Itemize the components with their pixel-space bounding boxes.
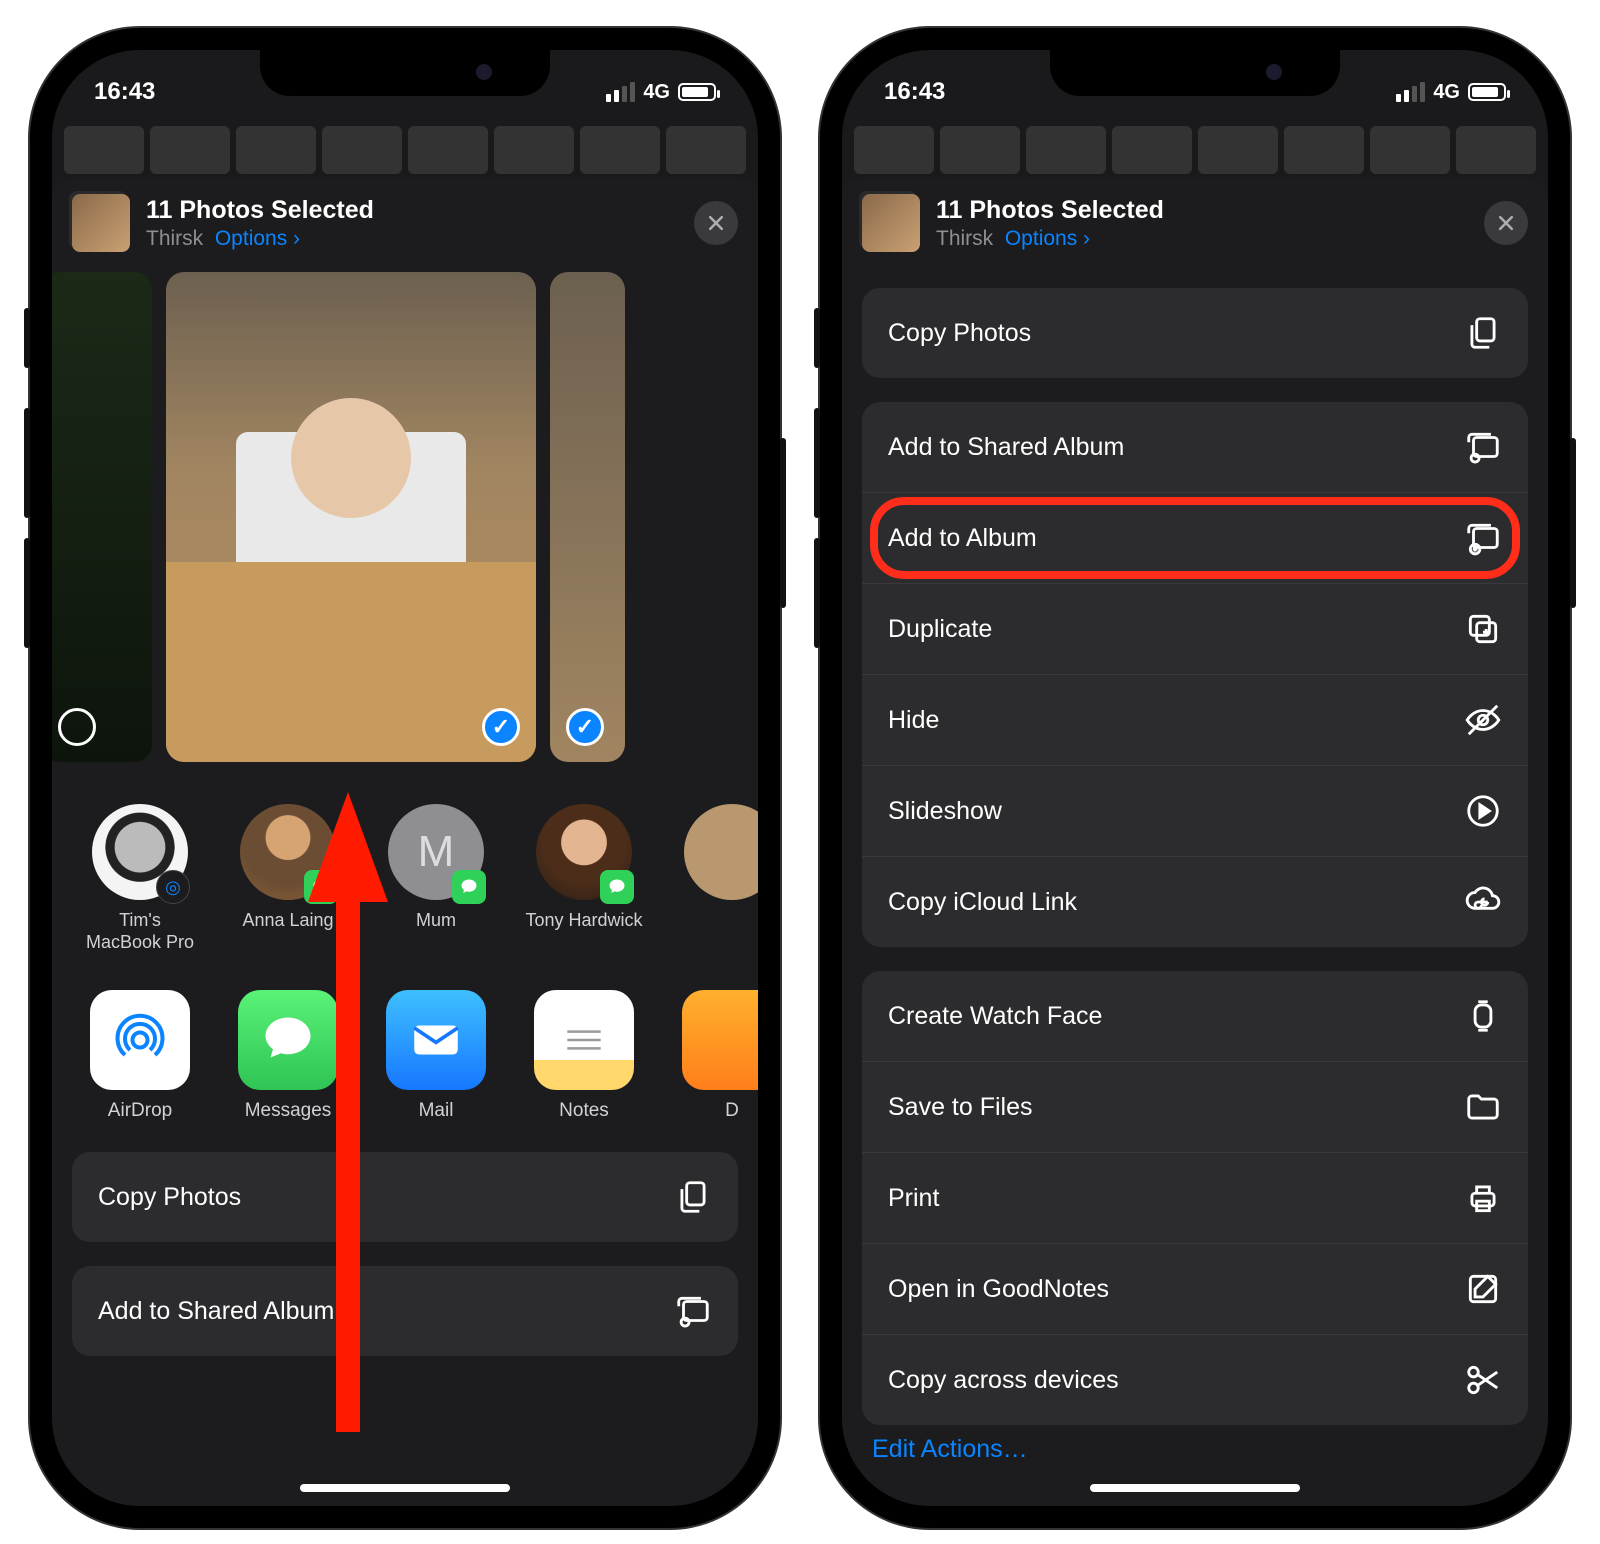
battery-icon <box>1468 83 1506 101</box>
close-icon <box>1496 213 1516 233</box>
sheet-title: 11 Photos Selected <box>936 196 1468 225</box>
mail-icon <box>386 990 486 1090</box>
contact-mum[interactable]: M Mum <box>376 804 496 954</box>
app-next[interactable]: D <box>672 990 758 1122</box>
add-album-icon <box>1464 519 1502 557</box>
contact-tony[interactable]: Tony Hardwick <box>524 804 644 954</box>
close-icon <box>706 213 726 233</box>
network-label: 4G <box>1433 81 1460 104</box>
watch-icon <box>1464 997 1502 1035</box>
photo-item[interactable] <box>52 272 152 762</box>
action-duplicate[interactable]: Duplicate <box>862 583 1528 674</box>
folder-icon <box>1464 1088 1502 1126</box>
messages-icon <box>238 990 338 1090</box>
notch <box>260 50 550 96</box>
notes-icon <box>534 990 634 1090</box>
phone-right: 16:43 4G 11 Photos Selected Thirsk Optio… <box>820 28 1570 1528</box>
app-icon <box>682 990 758 1090</box>
status-time: 16:43 <box>94 78 155 106</box>
app-messages[interactable]: Messages <box>228 990 348 1122</box>
background-thumbnails <box>842 120 1548 180</box>
photo-item[interactable]: ✓ <box>166 272 536 762</box>
airdrop-contacts-row[interactable]: ◎ Tim's MacBook Pro Anna Laing M Mum <box>52 778 758 964</box>
messages-badge-icon <box>452 870 486 904</box>
avatar-icon <box>684 804 758 900</box>
action-create-watch-face[interactable]: Create Watch Face <box>862 971 1528 1061</box>
play-icon <box>1464 792 1502 830</box>
contact-more[interactable] <box>672 804 758 954</box>
share-sheet: 11 Photos Selected Thirsk Options › <box>52 178 758 1506</box>
note-edit-icon <box>1464 1270 1502 1308</box>
action-copy-photos[interactable]: Copy Photos <box>862 288 1528 378</box>
airdrop-icon <box>90 990 190 1090</box>
duplicate-icon <box>1464 610 1502 648</box>
apps-row[interactable]: AirDrop Messages Mail <box>52 964 758 1132</box>
action-add-album[interactable]: Add to Album <box>862 492 1528 583</box>
battery-icon <box>678 83 716 101</box>
actions-list: Copy Photos <box>862 288 1528 378</box>
background-thumbnails <box>52 120 758 180</box>
action-add-shared-album[interactable]: Add to Shared Album <box>72 1266 738 1356</box>
notch <box>1050 50 1340 96</box>
status-time: 16:43 <box>884 78 945 106</box>
options-button[interactable]: Options › <box>215 227 300 250</box>
header-thumbnail <box>72 194 130 252</box>
actions-list: Add to Shared Album <box>72 1266 738 1356</box>
app-airdrop[interactable]: AirDrop <box>80 990 200 1122</box>
action-open-goodnotes[interactable]: Open in GoodNotes <box>862 1243 1528 1334</box>
hide-icon <box>1464 701 1502 739</box>
action-hide[interactable]: Hide <box>862 674 1528 765</box>
selection-circle-checked[interactable]: ✓ <box>482 708 520 746</box>
action-copy-photos[interactable]: Copy Photos <box>72 1152 738 1242</box>
header-thumbnail <box>862 194 920 252</box>
action-slideshow[interactable]: Slideshow <box>862 765 1528 856</box>
messages-badge-icon <box>304 870 338 904</box>
copy-icon <box>1464 314 1502 352</box>
shared-album-icon <box>674 1292 712 1330</box>
printer-icon <box>1464 1179 1502 1217</box>
contact-anna[interactable]: Anna Laing <box>228 804 348 954</box>
app-mail[interactable]: Mail <box>376 990 496 1122</box>
location-label: Thirsk <box>146 227 203 250</box>
close-button[interactable] <box>694 201 738 245</box>
app-notes[interactable]: Notes <box>524 990 644 1122</box>
actions-list: Copy Photos <box>72 1152 738 1242</box>
close-button[interactable] <box>1484 201 1528 245</box>
scissors-icon <box>1464 1361 1502 1399</box>
home-indicator[interactable] <box>300 1484 510 1492</box>
phone-left: 16:43 4G 11 Photos Selected Thirsk Optio… <box>30 28 780 1528</box>
signal-icon <box>606 82 635 102</box>
action-print[interactable]: Print <box>862 1152 1528 1243</box>
actions-list: Add to Shared Album Add to Album Dupl <box>862 402 1528 947</box>
signal-icon <box>1396 82 1425 102</box>
action-add-shared-album[interactable]: Add to Shared Album <box>862 402 1528 492</box>
action-copy-across-devices[interactable]: Copy across devices <box>862 1334 1528 1425</box>
location-label: Thirsk <box>936 227 993 250</box>
selection-circle[interactable] <box>58 708 96 746</box>
network-label: 4G <box>643 81 670 104</box>
copy-icon <box>674 1178 712 1216</box>
share-sheet: 11 Photos Selected Thirsk Options › Copy… <box>842 178 1548 1506</box>
messages-badge-icon <box>600 870 634 904</box>
selection-circle-checked[interactable]: ✓ <box>566 708 604 746</box>
sheet-title: 11 Photos Selected <box>146 196 678 225</box>
action-save-to-files[interactable]: Save to Files <box>862 1061 1528 1152</box>
options-button[interactable]: Options › <box>1005 227 1090 250</box>
shared-album-icon <box>1464 428 1502 466</box>
actions-list: Create Watch Face Save to Files Print <box>862 971 1528 1425</box>
photo-item[interactable]: ✓ <box>550 272 625 762</box>
photo-carousel[interactable]: ✓ ✓ <box>52 268 758 778</box>
action-copy-icloud-link[interactable]: Copy iCloud Link <box>862 856 1528 947</box>
link-icon <box>1464 883 1502 921</box>
home-indicator[interactable] <box>1090 1484 1300 1492</box>
airdrop-badge-icon: ◎ <box>156 870 190 904</box>
contact-macbook[interactable]: ◎ Tim's MacBook Pro <box>80 804 200 954</box>
